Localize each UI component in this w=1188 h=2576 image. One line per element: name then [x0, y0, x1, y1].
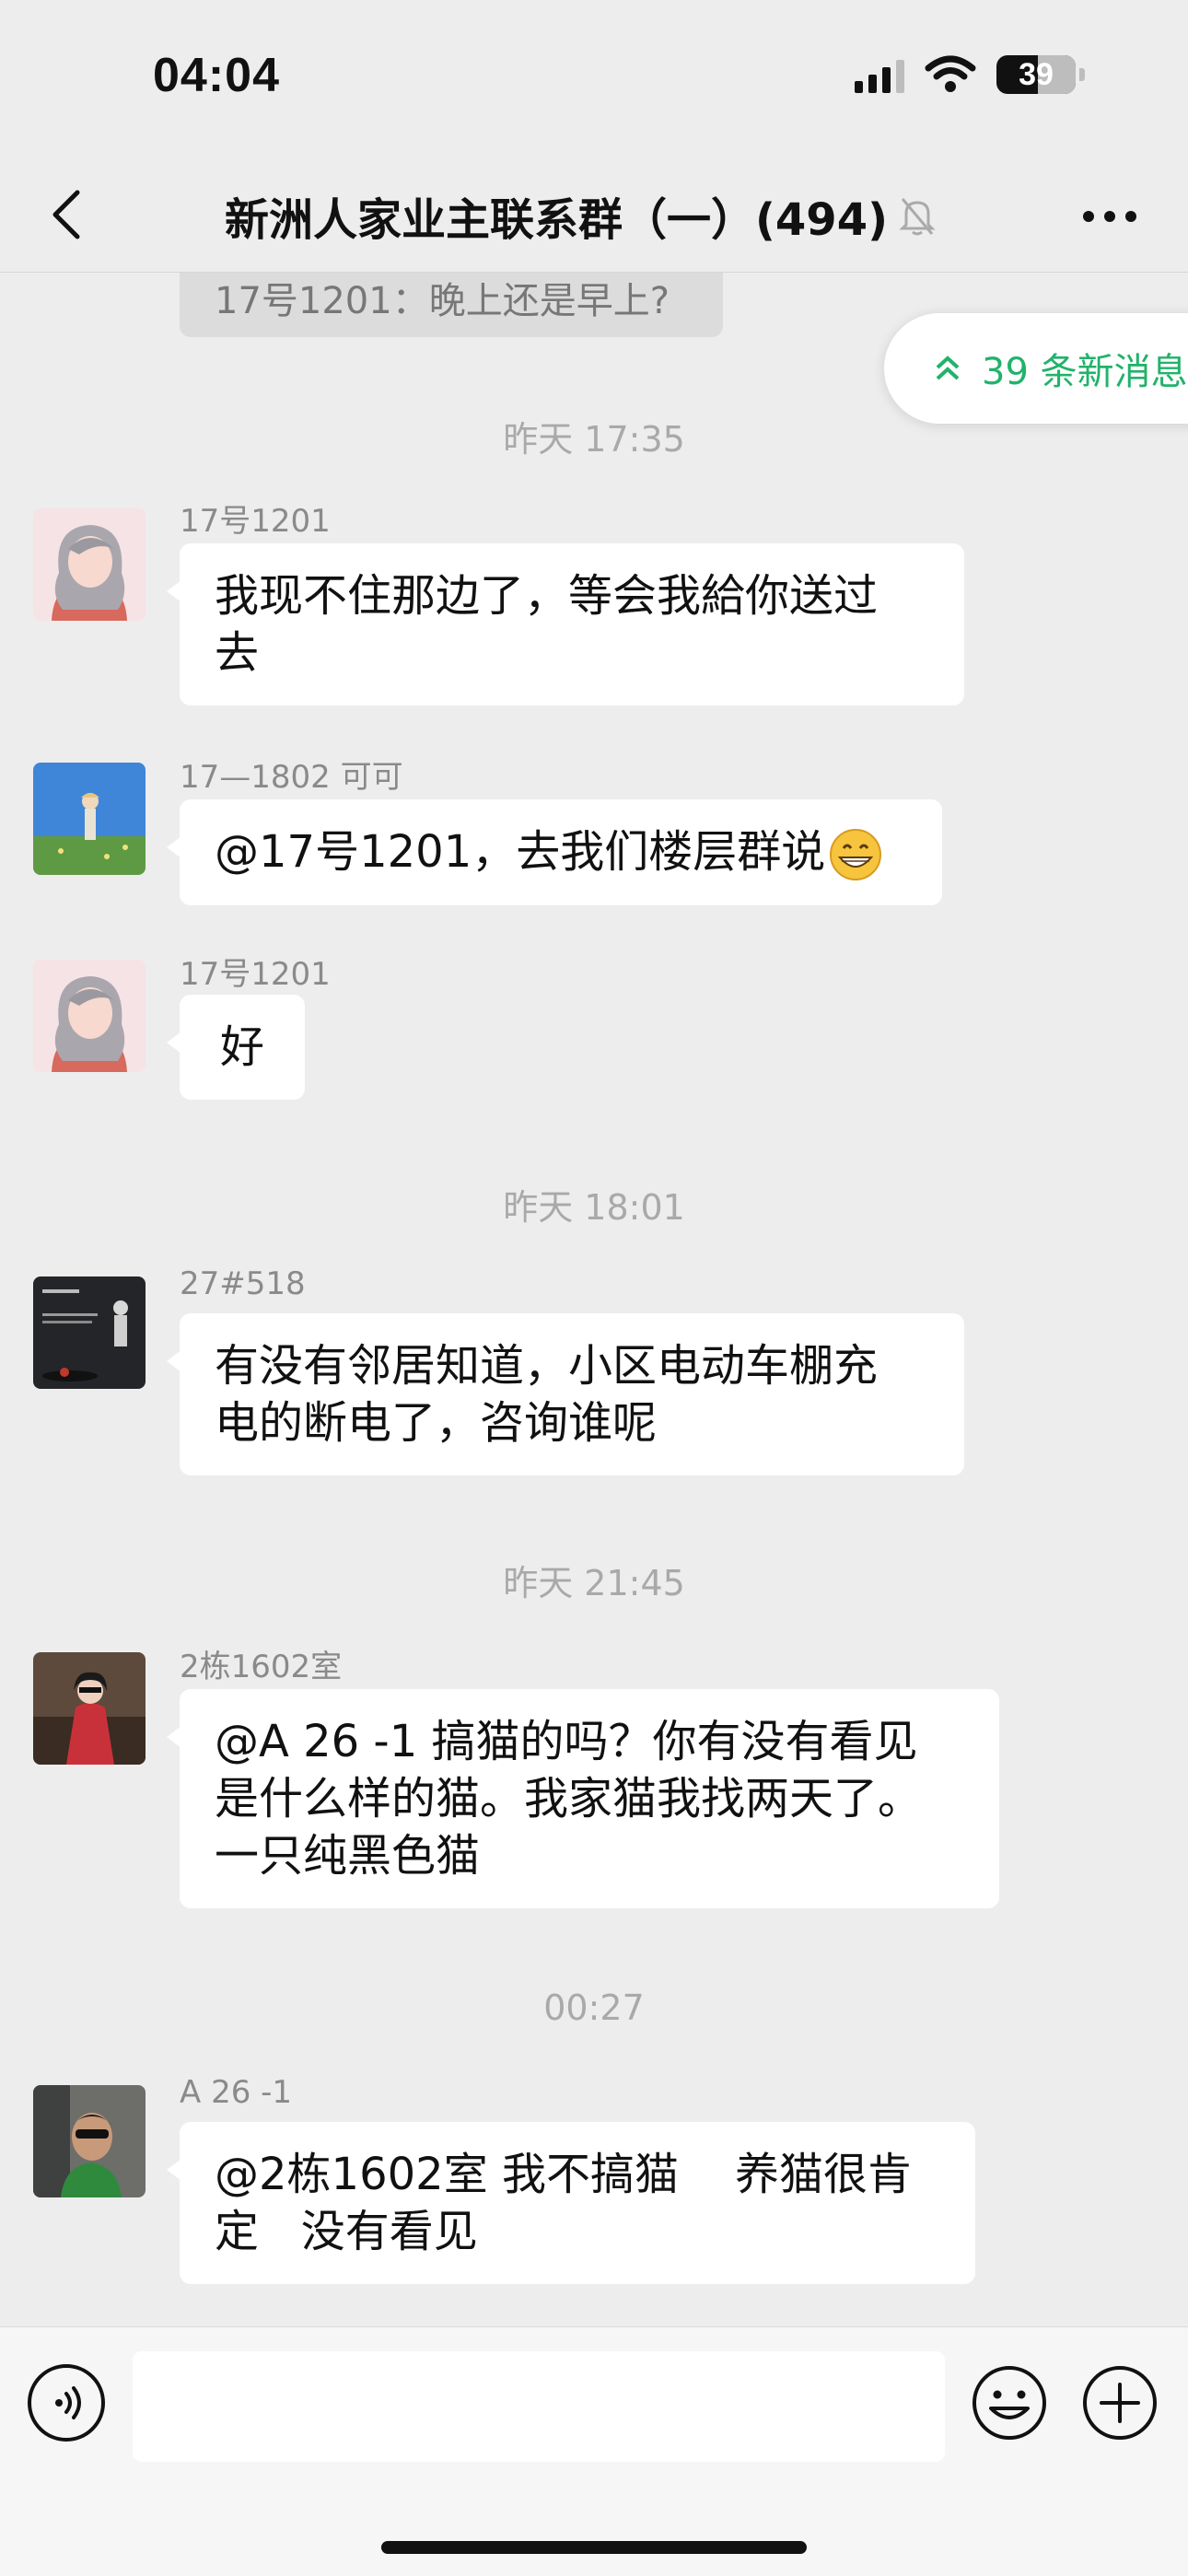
avatar[interactable]	[33, 763, 146, 875]
message-bubble[interactable]: 有没有邻居知道，小区电动车棚充 电的断电了，咨询谁呢	[167, 1313, 964, 1475]
grinning-emoji	[830, 829, 882, 880]
new-messages-label: 39 条新消息	[982, 351, 1188, 393]
avatar[interactable]	[33, 960, 146, 1072]
message-line: 去	[215, 627, 260, 679]
message-bubble[interactable]: @2栋1602室 我不搞猫 养猫很肯 定 没有看见	[167, 2122, 975, 2284]
new-messages-button[interactable]: 39 条新消息	[884, 313, 1188, 424]
message-line: 电的断电了，咨询谁呢	[215, 1397, 658, 1449]
message-text: 好	[219, 1021, 264, 1073]
quoted-message[interactable]: 17号1201：晚上还是早上?	[180, 273, 723, 337]
message-line: 一只纯黑色猫	[215, 1830, 481, 1882]
chat-title: 新洲人家业主联系群（一）(494)	[224, 194, 889, 246]
status-bar: 04:04 39	[0, 0, 1188, 161]
emoji-icon[interactable]	[971, 2364, 1048, 2442]
chevron-up-icon	[936, 356, 960, 380]
timestamp: 昨天 18:01	[503, 1187, 685, 1228]
sender-name: 27#518	[180, 1265, 306, 1302]
message-line: 我现不住那边了，等会我給你送过	[215, 570, 879, 622]
sender-name: 17—1802 可可	[180, 759, 403, 796]
message-list[interactable]: 17号1201：晚上还是早上? 39 条新消息 昨天 17:35 17号1201…	[0, 273, 1188, 2326]
message-bubble[interactable]: @17号1201，去我们楼层群说	[167, 799, 942, 905]
battery-level: 39	[1019, 56, 1054, 92]
home-indicator	[381, 2541, 807, 2554]
avatar[interactable]	[33, 2085, 146, 2197]
chat-header: 新洲人家业主联系群（一）(494)	[0, 161, 1188, 273]
message-line: @A 26 -1 搞猫的吗？你有没有看见	[215, 1716, 918, 1767]
sender-name: 17号1201	[180, 503, 331, 540]
signal-icon	[855, 56, 904, 93]
sender-name: 17号1201	[180, 956, 331, 993]
wifi-icon	[925, 55, 976, 92]
message-bubble[interactable]: 我现不住那边了，等会我給你送过 去	[167, 543, 964, 705]
message-line: @2栋1602室 我不搞猫 养猫很肯	[215, 2149, 912, 2200]
timestamp: 昨天 21:45	[503, 1563, 685, 1603]
bell-off-icon	[899, 198, 936, 236]
sender-name: A 26 -1	[180, 2074, 293, 2111]
message-line: 有没有邻居知道，小区电动车棚充	[215, 1340, 879, 1392]
timestamp: 昨天 17:35	[503, 419, 685, 460]
message-input[interactable]	[133, 2351, 945, 2462]
voice-button[interactable]	[28, 2364, 105, 2442]
avatar[interactable]	[33, 508, 146, 621]
sender-name: 2栋1602室	[180, 1649, 343, 1685]
input-bar	[0, 2326, 1188, 2576]
message-bubble[interactable]: 好	[167, 995, 305, 1100]
voice-icon	[55, 2386, 81, 2419]
avatar[interactable]	[33, 1276, 146, 1389]
status-icons: 39	[855, 55, 1085, 94]
message-bubble[interactable]: @A 26 -1 搞猫的吗？你有没有看见 是什么样的猫。我家猫我找两天了。 一只…	[167, 1689, 999, 1908]
avatar[interactable]	[33, 1652, 146, 1765]
message-text: @17号1201，去我们楼层群说	[215, 826, 826, 878]
message-line: 是什么样的猫。我家猫我找两天了。	[215, 1773, 923, 1824]
battery-icon: 39	[996, 55, 1076, 94]
status-time: 04:04	[153, 49, 280, 102]
plus-icon[interactable]	[1081, 2364, 1159, 2442]
message-line: 定 没有看见	[215, 2206, 478, 2257]
timestamp: 00:27	[543, 1987, 645, 2028]
more-icon[interactable]	[1077, 198, 1142, 235]
